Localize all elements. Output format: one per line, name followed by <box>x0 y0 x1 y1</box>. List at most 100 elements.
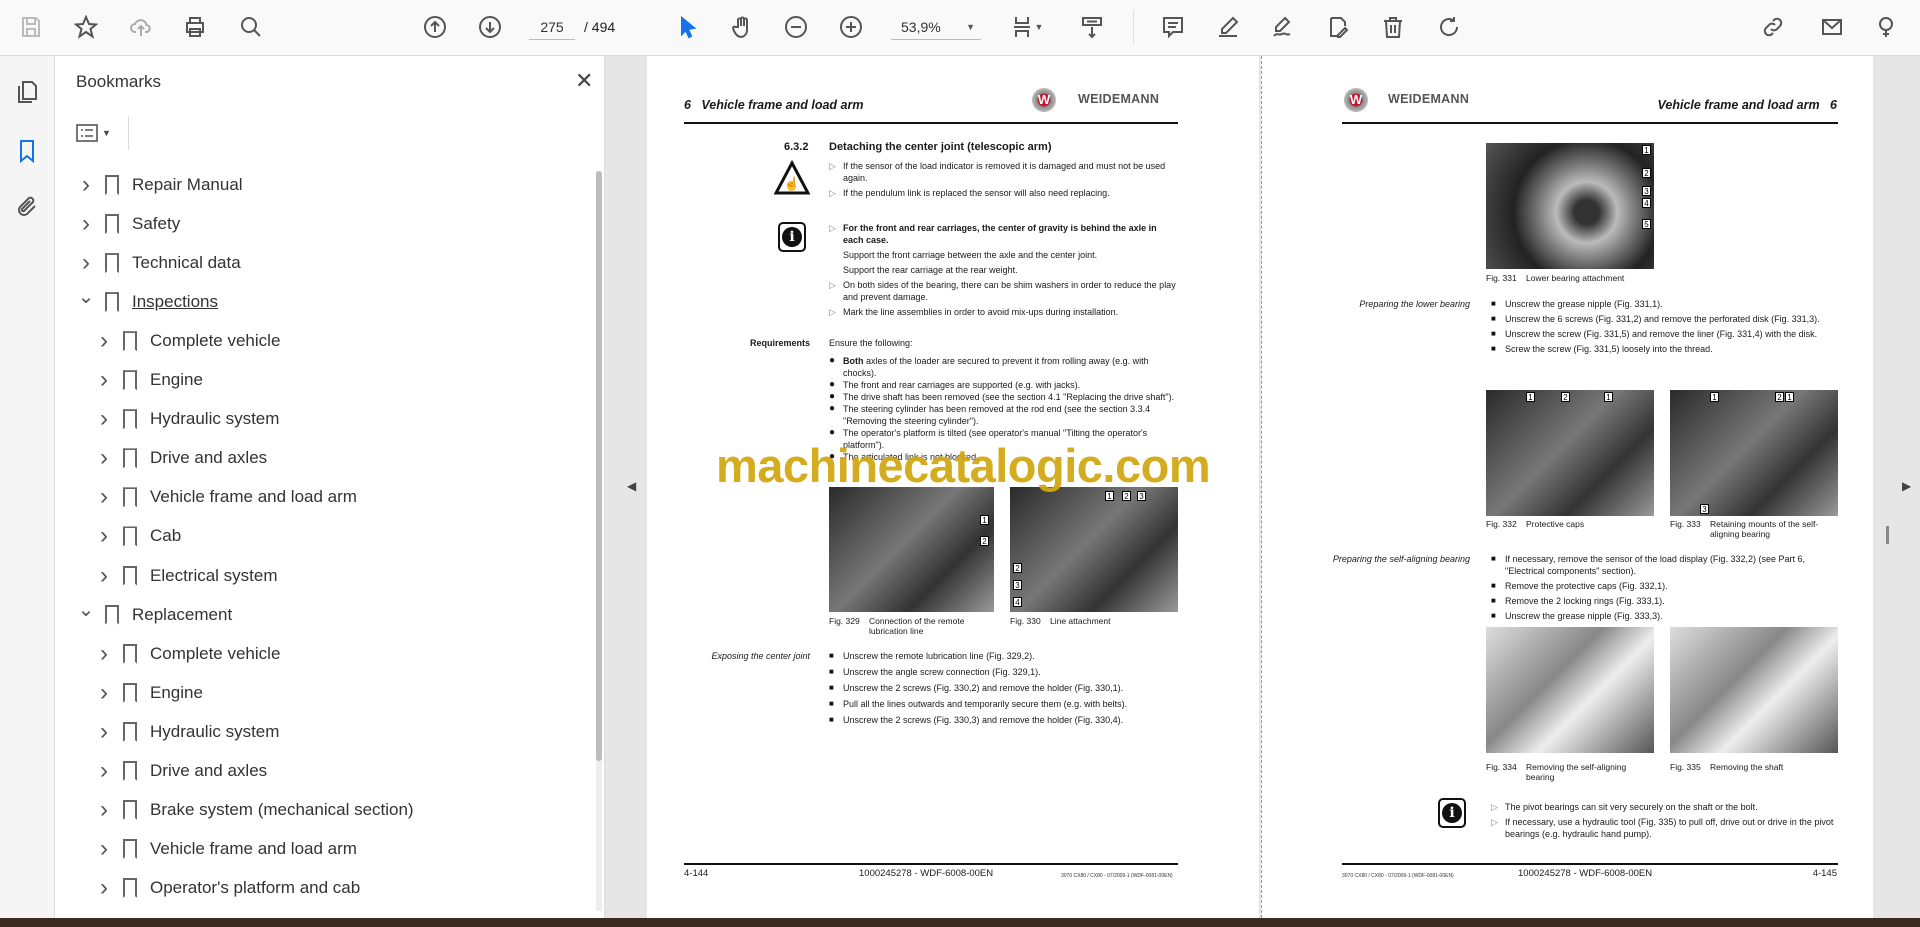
requirements-intro: Ensure the following: <box>829 338 913 348</box>
share-link-icon[interactable] <box>1756 10 1790 44</box>
hand-icon[interactable] <box>725 10 759 44</box>
bookmark-item[interactable]: › Cab <box>95 519 181 553</box>
bookmark-item[interactable]: ⌄ Replacement <box>77 598 232 632</box>
header-rule <box>1342 122 1838 124</box>
chevron-right-icon[interactable]: › <box>95 875 113 899</box>
bookmark-item[interactable]: ⌄ Inspections <box>77 285 218 319</box>
bookmark-item[interactable]: › Complete vehicle <box>95 324 280 358</box>
list-item-text: On both sides of the bearing, there can … <box>843 280 1176 302</box>
scroll-mode-icon[interactable] <box>1075 10 1109 44</box>
bookmark-item[interactable]: › Electrical system <box>95 559 278 593</box>
chevron-right-icon[interactable]: › <box>95 797 113 821</box>
square-bullet-icon: ■ <box>1491 611 1496 620</box>
cloud-upload-icon[interactable] <box>124 10 158 44</box>
chevron-right-icon[interactable]: › <box>77 212 95 236</box>
zoom-select[interactable]: 53,9% ▼ <box>891 14 981 40</box>
list-item: ■ Unscrew the screw (Fig. 331,5) and remo… <box>1491 328 1839 340</box>
bookmark-item[interactable]: › Drive and axles <box>95 754 267 788</box>
bookmark-item[interactable]: › Repair Manual <box>77 168 243 202</box>
chevron-right-icon[interactable]: › <box>95 524 113 548</box>
chevron-right-icon[interactable]: › <box>95 758 113 782</box>
chevron-right-icon[interactable]: › <box>77 173 95 197</box>
list-item-text: Unscrew the 6 screws (Fig. 331,2) and re… <box>1505 314 1820 324</box>
chevron-right-icon[interactable]: › <box>95 485 113 509</box>
attachment-icon[interactable] <box>12 192 42 222</box>
list-item: ▷ The pivot bearings can sit very securel… <box>1491 801 1839 813</box>
bookmark-item[interactable]: › Drive and axles <box>95 441 267 475</box>
comment-icon[interactable] <box>1156 10 1190 44</box>
select-cursor-icon[interactable] <box>671 10 705 44</box>
next-page-arrow-icon[interactable]: ▶ <box>1902 479 1911 493</box>
find-icon[interactable] <box>234 10 268 44</box>
chapter-header: Vehicle frame and load arm 6 <box>1658 99 1837 112</box>
self-aligning-label: Preparing the self-aligning bearing <box>1332 554 1470 564</box>
list-item-text: Pull all the lines outwards and temporar… <box>843 699 1128 709</box>
bookmark-icon <box>123 370 137 391</box>
bookmark-item[interactable]: › Technical data <box>77 246 241 280</box>
chevron-down-icon[interactable]: ▼ <box>1032 10 1046 44</box>
trash-icon[interactable] <box>1376 10 1410 44</box>
page-up-icon[interactable] <box>418 10 452 44</box>
star-icon[interactable] <box>69 10 103 44</box>
chevron-right-icon[interactable]: › <box>95 368 113 392</box>
page-thumbnails-icon[interactable] <box>12 77 42 107</box>
page-down-icon[interactable] <box>473 10 507 44</box>
callout: 1 <box>1642 145 1651 155</box>
bookmark-item[interactable]: › Brake system (mechanical section) <box>95 793 414 827</box>
close-icon[interactable]: ✕ <box>575 68 593 94</box>
callout: 1 <box>980 515 989 525</box>
list-item-text: Unscrew the remote lubrication line (Fig… <box>843 651 1035 661</box>
bookmark-item[interactable]: › Engine <box>95 676 203 710</box>
caption-text: Protective caps <box>1526 519 1585 529</box>
email-icon[interactable] <box>1815 10 1849 44</box>
chevron-down-icon[interactable]: ⌄ <box>77 600 95 620</box>
bookmark-item[interactable]: › Vehicle frame and load arm <box>95 832 357 866</box>
previous-page-arrow-icon[interactable]: ◀ <box>627 479 636 493</box>
bookmark-item[interactable]: › Hydraulic system <box>95 402 279 436</box>
chevron-down-icon[interactable]: ⌄ <box>77 287 95 307</box>
print-icon[interactable] <box>178 10 212 44</box>
sign-icon[interactable] <box>1266 10 1300 44</box>
chevron-right-icon[interactable]: › <box>95 836 113 860</box>
caption-text: Lower bearing attachment <box>1526 273 1625 283</box>
callout: 2 <box>1775 392 1784 402</box>
bookmark-item[interactable]: › Vehicle frame and load arm <box>95 480 357 514</box>
chevron-right-icon[interactable]: › <box>95 680 113 704</box>
figure-332-caption: Fig. 332 Protective caps <box>1486 519 1654 529</box>
scrollbar-thumb[interactable] <box>596 171 602 761</box>
chevron-right-icon[interactable]: › <box>95 719 113 743</box>
bookmarks-icon[interactable] <box>12 136 42 166</box>
bookmark-item[interactable]: › Engine <box>95 363 203 397</box>
list-item-text: Remove the protective caps (Fig. 332,1). <box>1505 581 1668 591</box>
info-notes: ▷ For the front and rear carriages, the c… <box>829 222 1179 321</box>
chevron-right-icon[interactable]: › <box>95 563 113 587</box>
chevron-right-icon[interactable]: › <box>95 446 113 470</box>
bookmark-options-button[interactable]: ▼ <box>76 120 122 146</box>
bookmark-item[interactable]: › Operator's platform and cab <box>95 871 360 905</box>
self-aligning-steps: ■ If necessary, remove the sensor of the … <box>1491 553 1839 625</box>
bookmark-label: Hydraulic system <box>150 409 280 429</box>
viewer-scrollbar-thumb[interactable] <box>1886 526 1889 544</box>
callout: 4 <box>1013 597 1022 607</box>
bookmark-item[interactable]: › Safety <box>77 207 180 241</box>
zoom-in-icon[interactable] <box>834 10 868 44</box>
square-bullet-icon: ■ <box>1491 554 1496 563</box>
page-number-input[interactable]: 275 <box>529 14 575 40</box>
bookmark-icon <box>123 682 137 703</box>
chevron-right-icon[interactable]: › <box>95 641 113 665</box>
highlight-pen-icon[interactable] <box>1211 10 1245 44</box>
edit-text-icon[interactable] <box>1321 10 1355 44</box>
zoom-out-icon[interactable] <box>779 10 813 44</box>
chevron-right-icon[interactable]: › <box>95 407 113 431</box>
rotate-icon[interactable] <box>1432 10 1466 44</box>
chevron-right-icon[interactable]: › <box>95 329 113 353</box>
edition-note: 3070 CX80 / CX80 - 07/2009-1 (WDF-0081-0… <box>1061 873 1173 879</box>
list-item: ● The steering cylinder has been removed … <box>829 403 1179 427</box>
bookmark-item[interactable]: › Hydraulic system <box>95 715 279 749</box>
account-icon[interactable] <box>1869 10 1903 44</box>
bookmark-icon <box>123 721 137 742</box>
save-icon[interactable] <box>14 10 48 44</box>
bookmark-item[interactable]: › Complete vehicle <box>95 637 280 671</box>
chevron-right-icon[interactable]: › <box>77 251 95 275</box>
document-number: 1000245278 - WDF-6008-00EN <box>859 868 994 879</box>
